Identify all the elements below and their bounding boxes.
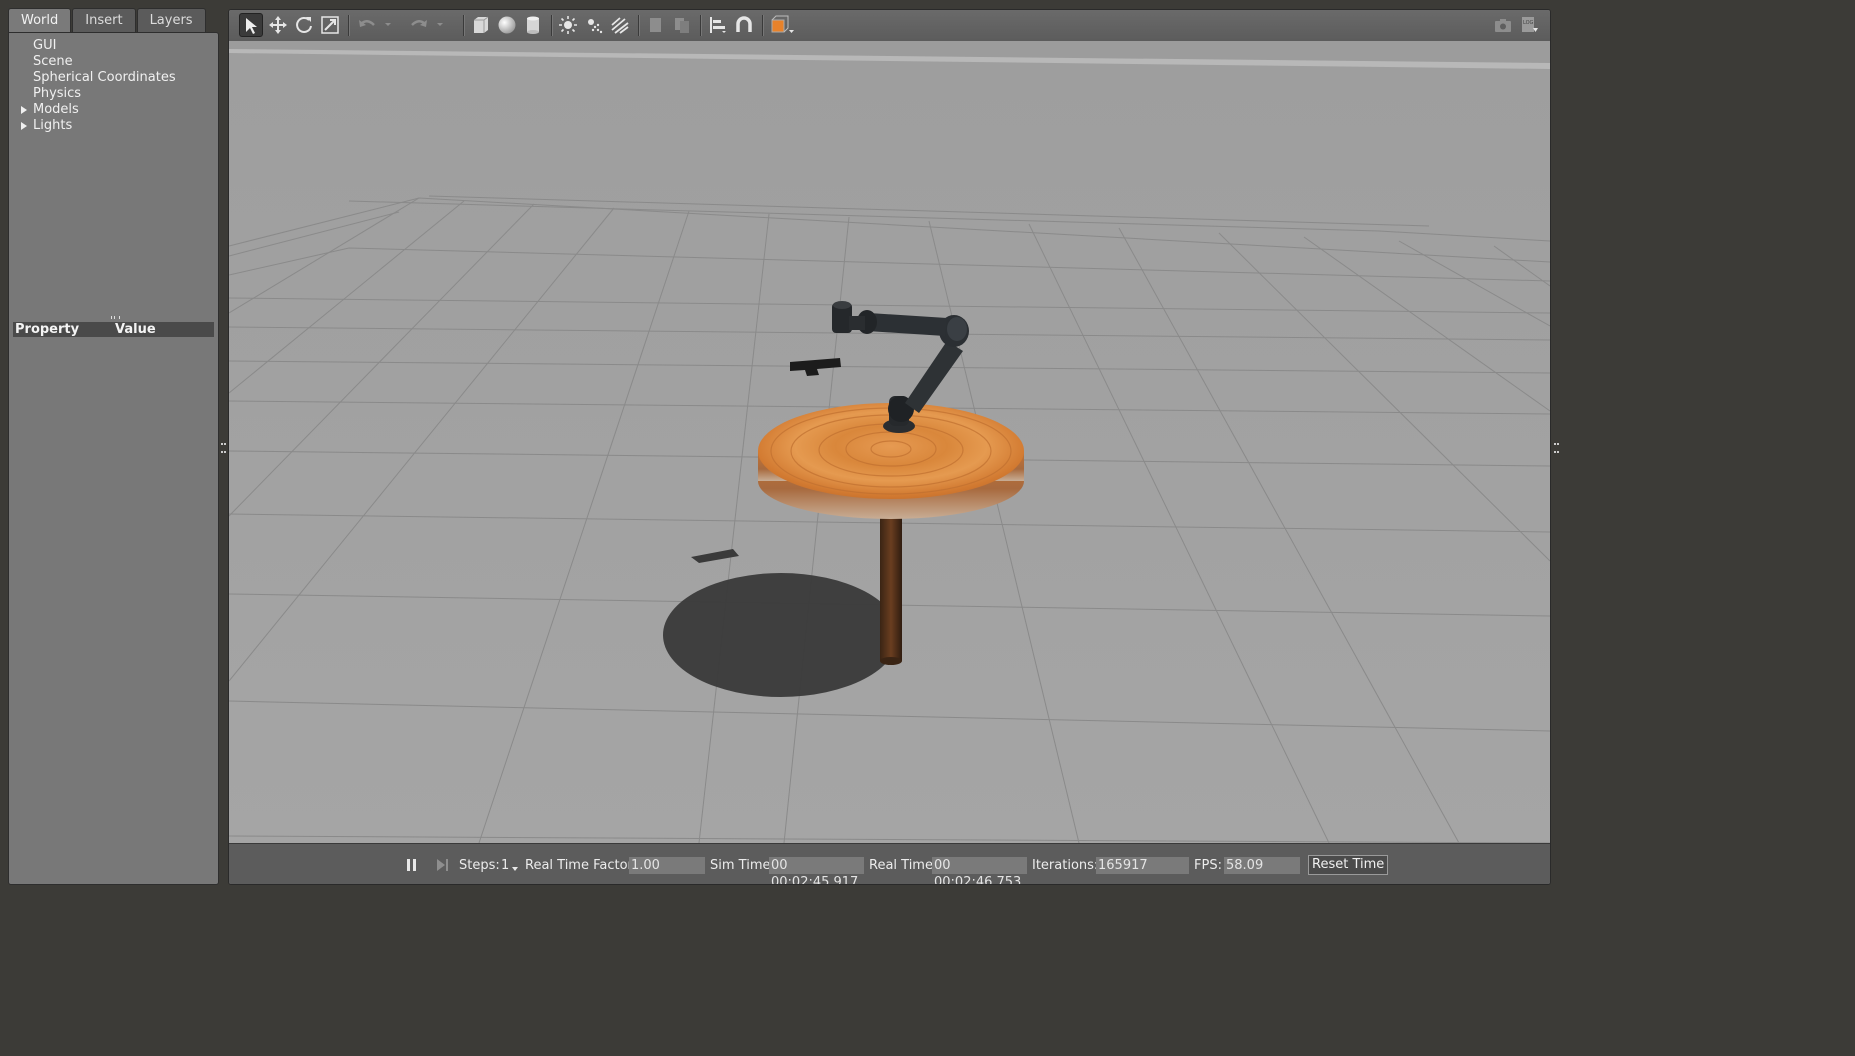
step-button[interactable] [435,857,451,873]
right-collapse-handle[interactable] [1554,443,1557,453]
reset-time-button[interactable]: Reset Time [1308,855,1389,875]
real-time-label: Real Time: [869,858,938,873]
steps-spinbox[interactable]: 1 [501,858,519,873]
copy-icon[interactable] [644,13,668,37]
tree-item-label: Spherical Coordinates [33,70,176,85]
simulation-status-bar: Steps: 1 Real Time Factor: 1.00 Sim Time… [229,843,1550,884]
world-tree: GUI Scene Spherical Coordinates Physics … [13,38,176,134]
spot-light-icon[interactable] [582,13,606,37]
directional-light-icon[interactable] [608,13,632,37]
sphere-icon[interactable] [495,13,519,37]
point-light-icon[interactable] [556,13,580,37]
scene-render[interactable] [229,41,1550,843]
steps-label: Steps: [459,858,500,873]
world-panel: GUI Scene Spherical Coordinates Physics … [8,32,219,885]
value-column-header: Value [115,322,156,337]
property-column-header: Property [15,322,80,337]
toolbar-separator [551,15,553,36]
tree-item-spherical-coordinates[interactable]: Spherical Coordinates [13,70,176,86]
sim-time-label: Sim Time: [710,858,775,873]
fps-label: FPS: [1194,858,1222,873]
cylinder-icon[interactable] [521,13,545,37]
sim-time-field: 00 00:02:45.917 [769,857,864,884]
expand-arrow-icon[interactable] [21,106,27,114]
fps-field: 58.09 [1224,857,1300,874]
step-icon [437,859,448,871]
toolbar-separator [700,15,702,36]
dropdown-arrow-icon[interactable] [512,867,519,871]
main-area: LOG Steps: 1 Real Time Factor: 1.00 Sim … [228,9,1551,885]
left-panel: World Insert Layers GUI Scene Spherical … [8,8,219,885]
property-table-header: Property Value [13,322,214,337]
tree-item-label: Scene [33,54,73,69]
panel-splitter-handle[interactable] [111,316,120,319]
redo-icon[interactable] [407,13,431,37]
tree-item-label: Physics [33,86,82,101]
rotate-icon[interactable] [292,13,316,37]
left-collapse-handle[interactable] [221,443,224,453]
iterations-field: 165917 [1096,857,1189,874]
tab-layers[interactable]: Layers [136,8,206,32]
tab-world[interactable]: World [8,8,72,32]
pause-button[interactable] [405,857,419,873]
real-time-field: 00 00:02:46.753 [932,857,1027,884]
tab-insert[interactable]: Insert [72,8,136,32]
redo-history-icon[interactable] [433,13,447,37]
align-icon[interactable] [706,13,730,37]
iterations-label: Iterations: [1032,858,1099,873]
toolbar: LOG [229,10,1550,42]
translate-icon[interactable] [266,13,290,37]
screenshot-icon[interactable] [1491,13,1515,37]
box-icon[interactable] [469,13,493,37]
log-icon[interactable]: LOG [1517,13,1541,37]
svg-text:LOG: LOG [1523,20,1534,26]
scale-icon[interactable] [318,13,342,37]
real-time-factor-field: 1.00 [629,857,705,874]
toolbar-separator [463,15,465,36]
paste-icon[interactable] [670,13,694,37]
select-icon[interactable] [239,13,263,37]
undo-icon[interactable] [355,13,379,37]
view-angle-icon[interactable] [767,13,797,37]
tree-item-physics[interactable]: Physics [13,86,176,102]
tree-item-scene[interactable]: Scene [13,54,176,70]
undo-history-icon[interactable] [381,13,395,37]
tree-item-gui[interactable]: GUI [13,38,176,54]
toolbar-separator [638,15,640,36]
tree-item-label: GUI [33,38,57,53]
tree-item-lights[interactable]: Lights [13,118,176,134]
real-time-factor-label: Real Time Factor: [525,858,638,873]
tree-item-label: Lights [33,118,73,133]
3d-viewport[interactable] [229,41,1550,843]
tree-item-models[interactable]: Models [13,102,176,118]
pause-icon [407,859,416,871]
steps-value: 1 [501,858,510,873]
panel-tabs: World Insert Layers [8,8,207,32]
toolbar-separator [348,15,350,36]
expand-arrow-icon[interactable] [21,122,27,130]
toolbar-separator [762,15,764,36]
tree-item-label: Models [33,102,79,117]
snap-icon[interactable] [732,13,756,37]
